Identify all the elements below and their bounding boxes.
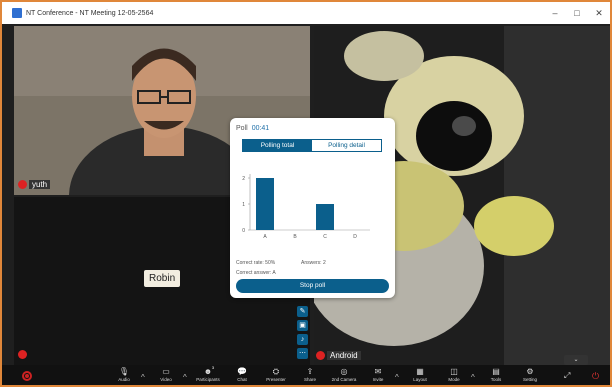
tab-polling-detail[interactable]: Polling detail <box>312 140 381 151</box>
correct-answer: Correct answer: A <box>236 270 276 276</box>
toolbar-video-button[interactable]: ▭ Video <box>149 367 183 382</box>
invite-icon: ✉ <box>374 367 382 376</box>
window-title: NT Conference - NT Meeting 12-05-2564 <box>26 9 154 17</box>
toolbar-layout-button[interactable]: ▦ Layout <box>403 367 437 382</box>
mic-muted-icon <box>316 351 325 360</box>
toolbar-label: Chat <box>237 377 247 382</box>
name-tag-android: Android <box>316 351 361 360</box>
answers-count: Answers: 2 <box>301 260 326 266</box>
record-button[interactable] <box>22 371 32 381</box>
stop-poll-button[interactable]: Stop poll <box>236 279 389 293</box>
video-icon: ▭ <box>162 367 170 376</box>
poll-panel: Poll 00:41 Polling total Polling detail 0… <box>230 118 395 298</box>
tools-icon: ▤ <box>492 367 500 376</box>
x-tick-label: A <box>263 234 267 238</box>
more-icon[interactable]: ⋯ <box>297 348 308 359</box>
mic-muted-icon <box>18 350 27 359</box>
toolbar-setting-button[interactable]: ⚙ Setting <box>513 367 547 382</box>
toolbar-label: Tools <box>490 377 502 382</box>
title-bar: NT Conference - NT Meeting 12-05-2564 – … <box>2 2 610 24</box>
minimize-button[interactable]: – <box>544 2 566 24</box>
toolbar-label: 2nd Camera <box>331 377 357 382</box>
toolbar-label: Audio <box>118 377 130 382</box>
layout-icon: ▦ <box>416 367 424 376</box>
y-tick-label: 0 <box>242 228 245 234</box>
x-tick-label: D <box>353 234 357 238</box>
toolbar-label: Video <box>160 377 172 382</box>
toolbar-share-button[interactable]: ⇪ Share <box>293 367 327 382</box>
name-tag-yuth: yuth <box>18 180 51 189</box>
chevron-up-icon[interactable]: ^ <box>471 373 479 382</box>
gear-icon: ⚙ <box>526 367 534 376</box>
camera-icon: ◎ <box>340 367 348 376</box>
bar-A <box>256 178 274 230</box>
toolbar-chat-button[interactable]: 💬 Chat <box>225 367 259 382</box>
mic-muted-icon <box>18 180 27 189</box>
collapse-toolbar-button[interactable]: ⌄ <box>564 355 588 365</box>
toolbar-2nd-camera-button[interactable]: ◎ 2nd Camera <box>327 367 361 382</box>
side-tools: ✎ ▣ ♪ ⋯ <box>297 306 308 359</box>
app-icon <box>12 8 22 18</box>
conference-window: NT Conference - NT Meeting 12-05-2564 – … <box>0 0 612 387</box>
participants-count: 3 <box>211 365 215 370</box>
poll-title: Poll <box>236 125 248 132</box>
y-tick-label: 1 <box>242 202 245 208</box>
toolbar-invite-button[interactable]: ✉ Invite <box>361 367 395 382</box>
toolbar-label: Layout <box>413 377 427 382</box>
toolbar-label: Invite <box>372 377 384 382</box>
y-tick-label: 2 <box>242 176 245 182</box>
presenter-icon: ⛭ <box>272 367 280 376</box>
toolbar-label: Mode <box>448 377 460 382</box>
bar-C <box>316 204 334 230</box>
chat-icon: 💬 <box>237 367 247 376</box>
toolbar-label: Participants <box>196 377 220 382</box>
toolbar-audio-button[interactable]: 🎙 Audio <box>107 367 141 382</box>
correct-rate: Correct rate: 50% <box>236 260 276 266</box>
mode-icon: ◫ <box>450 367 458 376</box>
participant-name: Android <box>327 351 361 360</box>
poll-results-chart: 0 1 2 A B C D <box>242 174 370 238</box>
participant-name-robin: Robin <box>144 270 181 287</box>
share-icon: ⇪ <box>306 367 314 376</box>
close-button[interactable]: ✕ <box>588 2 610 24</box>
chevron-up-icon[interactable]: ^ <box>183 373 191 382</box>
toolbar-label: Presenter <box>266 377 286 382</box>
chevron-up-icon[interactable]: ^ <box>141 373 149 382</box>
leave-icon[interactable]: ⏻ <box>592 371 599 382</box>
toolbar-presenter-button[interactable]: ⛭ Presenter <box>259 367 293 382</box>
toolbar-participants-button[interactable]: 3 ☻ Participants <box>191 365 225 382</box>
mic-icon[interactable]: ♪ <box>297 334 308 345</box>
toolbar-label: Setting <box>522 377 537 382</box>
maximize-button[interactable]: □ <box>566 2 588 24</box>
x-tick-label: C <box>323 234 327 238</box>
participant-name: yuth <box>29 180 51 189</box>
poll-header: Poll 00:41 <box>236 125 269 132</box>
poll-tabs: Polling total Polling detail <box>242 139 382 152</box>
toolbar-label: Share <box>303 377 316 382</box>
pin-icon[interactable]: ✎ <box>297 306 308 317</box>
fullscreen-icon[interactable]: ⤢ <box>564 371 570 381</box>
mic-icon: 🎙 <box>118 367 130 376</box>
toolbar-tools-button[interactable]: ▤ Tools <box>479 367 513 382</box>
toolbar-mode-button[interactable]: ◫ Mode <box>437 367 471 382</box>
chevron-up-icon[interactable]: ^ <box>395 373 403 382</box>
screen-icon[interactable]: ▣ <box>297 320 308 331</box>
bottom-toolbar: 🎙 Audio ^ ▭ Video ^ 3 ☻ Participants 💬 Chat ⛭ Presen… <box>2 365 610 385</box>
name-tag-robin-status <box>18 350 27 359</box>
poll-timer: 00:41 <box>251 125 270 132</box>
x-tick-label: B <box>293 234 297 238</box>
tab-polling-total[interactable]: Polling total <box>243 140 312 151</box>
